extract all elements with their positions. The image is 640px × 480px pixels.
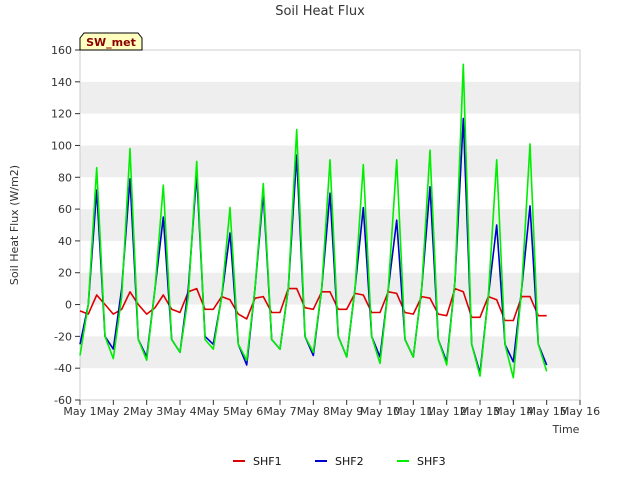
grid-band: [80, 81, 580, 114]
x-axis-label: Time: [552, 423, 580, 436]
site-badge: SW_met: [79, 32, 143, 51]
y-tick-label: 20: [58, 267, 72, 280]
legend-label-shf2: SHF2: [335, 455, 364, 468]
y-tick-label: 40: [58, 235, 72, 248]
y-tick-label: 80: [58, 171, 72, 184]
y-axis-label: Soil Heat Flux (W/m2): [8, 165, 21, 285]
site-badge-label: SW_met: [86, 36, 136, 49]
x-tick-label: May 16: [560, 405, 600, 418]
y-tick-label: 140: [51, 76, 72, 89]
legend-label-shf1: SHF1: [253, 455, 282, 468]
x-tick-label: May 5: [197, 405, 230, 418]
x-tick-label: May 6: [230, 405, 263, 418]
x-tick-label: May 2: [97, 405, 130, 418]
y-tick-label: 160: [51, 44, 72, 57]
chart-title: Soil Heat Flux: [275, 4, 365, 19]
y-tick-label: 120: [51, 108, 72, 121]
y-tick-label: -20: [54, 330, 72, 343]
x-tick-label: May 3: [130, 405, 163, 418]
y-tick-label: 100: [51, 139, 72, 152]
x-tick-label: May 7: [263, 405, 296, 418]
x-tick-label: May 8: [297, 405, 330, 418]
legend-label-shf3: SHF3: [417, 455, 446, 468]
grid-band: [80, 209, 580, 241]
x-tick-label: May 1: [63, 405, 96, 418]
x-tick-label: May 4: [163, 405, 196, 418]
y-tick-label: 60: [58, 203, 72, 216]
soil-heat-flux-chart: -60-40-20020406080100120140160 May 1 May …: [0, 0, 640, 480]
y-tick-label: -40: [54, 362, 72, 375]
x-tick-label: May 9: [330, 405, 363, 418]
y-tick-label: 0: [65, 299, 72, 312]
